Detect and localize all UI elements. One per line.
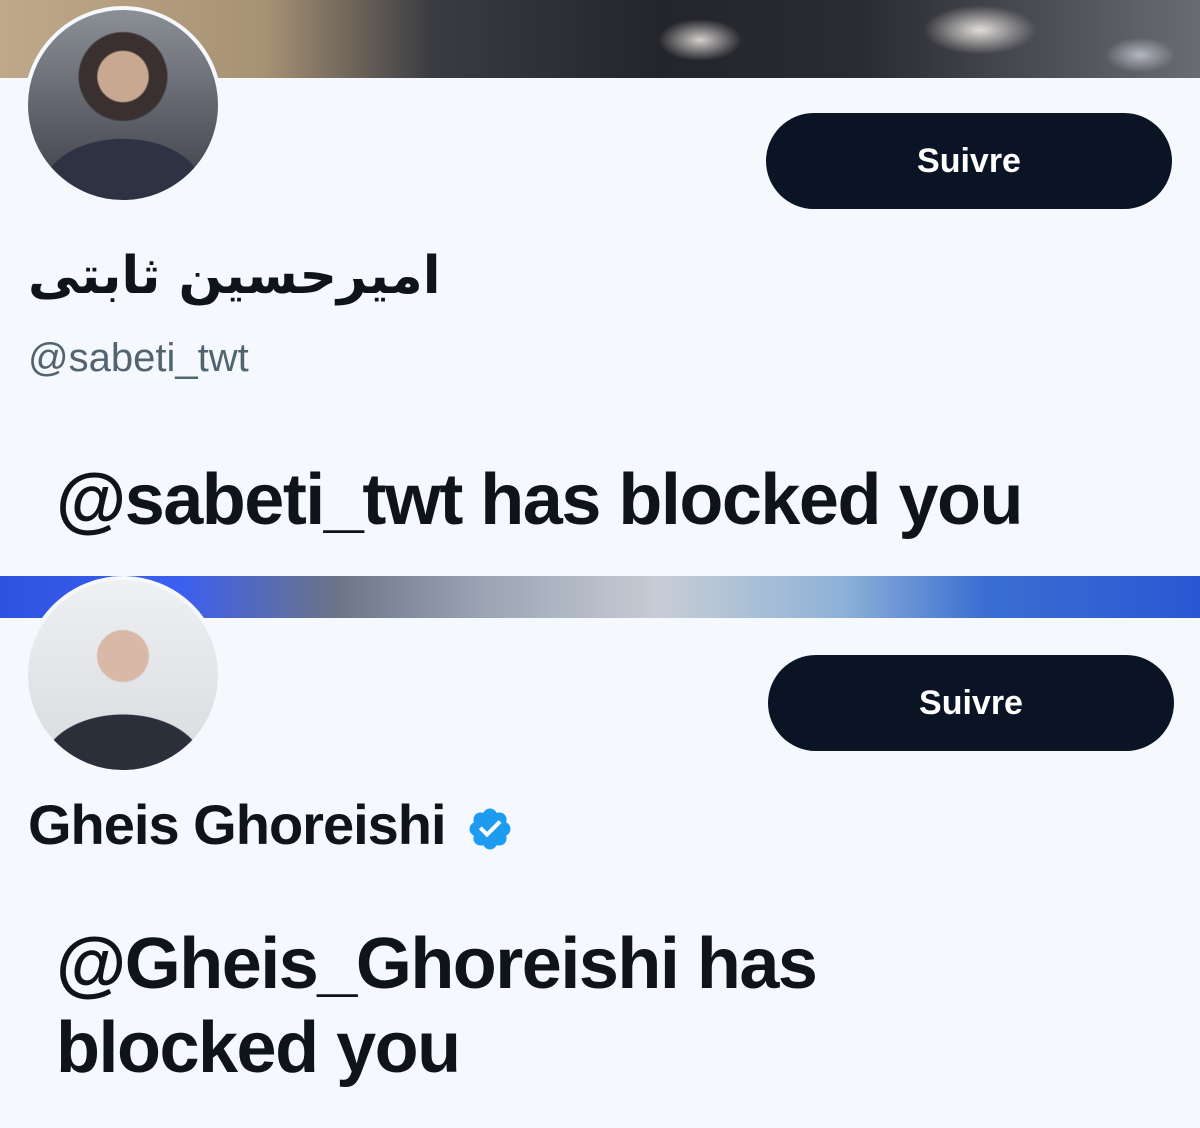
profile-handle: @sabeti_twt bbox=[28, 336, 249, 380]
verified-badge-icon[interactable] bbox=[466, 801, 514, 849]
profile-display-name: امیرحسین ثابتی bbox=[28, 246, 441, 306]
follow-button[interactable]: Suivre bbox=[768, 655, 1174, 751]
profile-card-sabeti: Suivre امیرحسین ثابتی @sabeti_twt @sabet… bbox=[0, 0, 1200, 576]
profile-card-ghoreishi: Suivre Gheis Ghoreishi @Gheis_Ghoreishi … bbox=[0, 576, 1200, 1128]
profile-avatar[interactable] bbox=[24, 6, 222, 204]
blocked-message: @sabeti_twt has blocked you bbox=[56, 460, 1023, 540]
blocked-message: @Gheis_Ghoreishi has blocked you bbox=[56, 924, 818, 1088]
profile-display-name: Gheis Ghoreishi bbox=[28, 793, 447, 856]
profile-avatar[interactable] bbox=[24, 576, 222, 774]
profile-display-name-row: Gheis Ghoreishi bbox=[28, 792, 514, 857]
follow-button[interactable]: Suivre bbox=[766, 113, 1172, 209]
